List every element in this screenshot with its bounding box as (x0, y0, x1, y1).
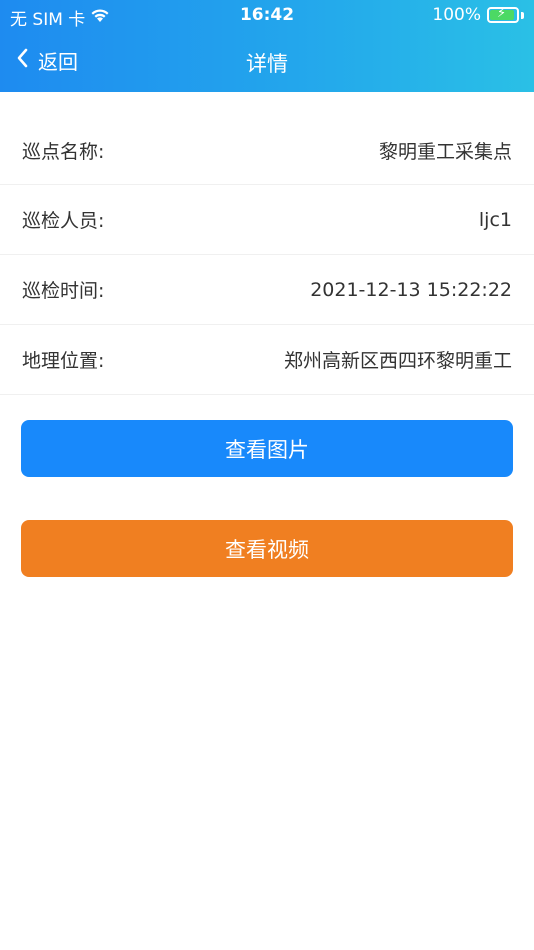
view-images-button[interactable]: 查看图片 (21, 420, 513, 477)
battery-group: 100% ⚡ (432, 5, 524, 25)
detail-label: 巡检人员: (22, 210, 105, 232)
detail-label: 巡点名称: (22, 140, 105, 163)
battery-icon: ⚡ (487, 6, 519, 23)
detail-list: 巡点名称: 黎明重工采集点 巡检人员: ljc1 巡检时间: 2021-12-1… (0, 92, 534, 395)
detail-value: 2021-12-13 15:22:22 (310, 278, 512, 301)
detail-label: 地理位置: (22, 350, 105, 372)
view-video-button[interactable]: 查看视频 (21, 520, 513, 577)
charging-bolt-icon: ⚡ (497, 6, 507, 21)
detail-row-time: 巡检时间: 2021-12-13 15:22:22 (0, 255, 534, 325)
status-bar: 无 SIM 卡 16:42 100% ⚡ (0, 0, 534, 32)
header: 无 SIM 卡 16:42 100% ⚡ 返回 详情 (0, 0, 534, 92)
detail-value: 郑州高新区西四环黎明重工 (283, 350, 512, 372)
detail-label: 巡检时间: (22, 280, 105, 302)
detail-row-inspector: 巡检人员: ljc1 (0, 185, 534, 255)
detail-value: ljc1 (478, 208, 512, 231)
detail-value: 黎明重工采集点 (378, 140, 512, 163)
detail-row-location: 地理位置: 郑州高新区西四环黎明重工 (0, 325, 534, 395)
page-title: 详情 (246, 52, 288, 76)
nav-bar: 返回 详情 (0, 38, 534, 84)
battery-percent: 100% (432, 5, 481, 25)
detail-row-point-name: 巡点名称: 黎明重工采集点 (0, 92, 534, 185)
